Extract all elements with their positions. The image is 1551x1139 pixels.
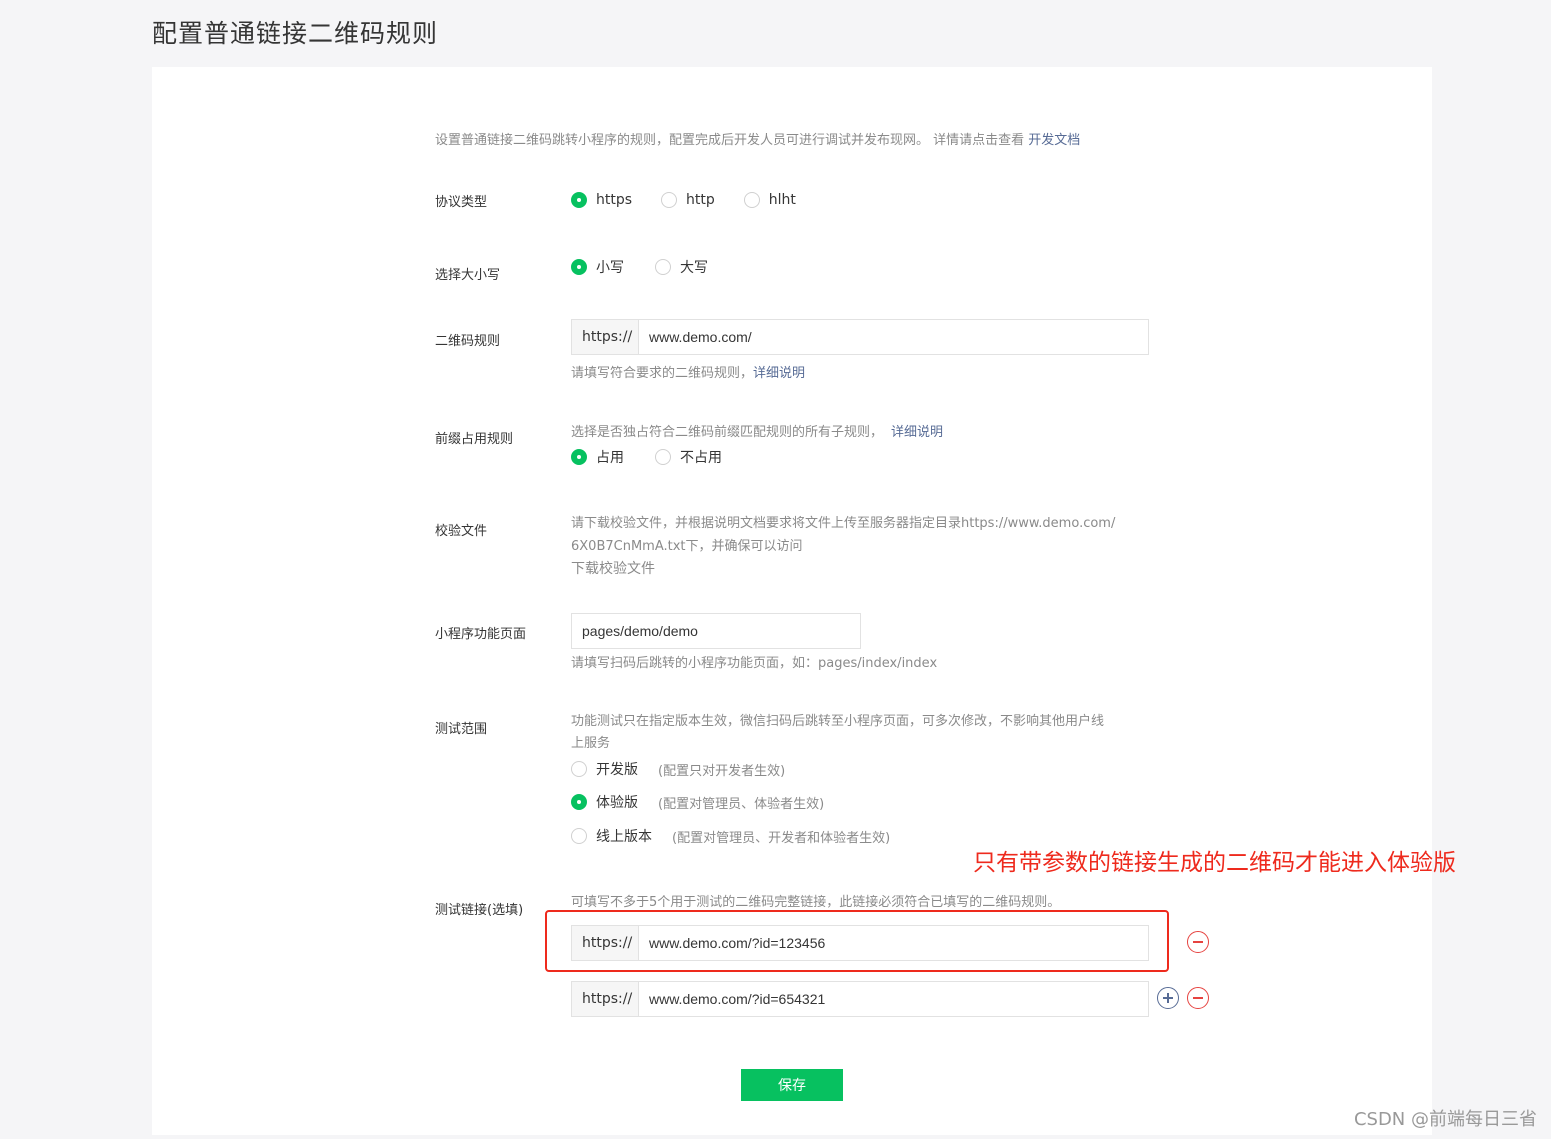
form-card: 设置普通链接二维码跳转小程序的规则，配置完成后开发人员可进行调试并发布现网。 详…	[152, 67, 1432, 1135]
test-link-row-2: https:// www.demo.com/?id=654321	[571, 981, 1149, 1017]
radio-checked-icon	[571, 192, 587, 208]
protocol-label: 协议类型	[435, 195, 488, 210]
dev-docs-link[interactable]: 开发文档	[1028, 133, 1080, 148]
radio-unchecked-icon	[655, 259, 671, 275]
radio-unchecked-icon	[571, 828, 587, 844]
test-scope-option-release[interactable]: 线上版本 (配置对管理员、开发者和体验者生效)	[571, 826, 890, 846]
verify-file-hint-line1: 请下载校验文件，并根据说明文档要求将文件上传至服务器指定目录https://ww…	[571, 516, 1116, 531]
qr-rule-label: 二维码规则	[435, 334, 501, 349]
radio-checked-icon	[571, 449, 587, 465]
test-scope-option-trial[interactable]: 体验版 (配置对管理员、体验者生效)	[571, 792, 824, 812]
plus-icon-v	[1167, 993, 1169, 1003]
radio-checked-icon	[571, 794, 587, 810]
prefix-rule-radio-group: 占用 不占用	[571, 447, 748, 467]
test-scope-option-label: 线上版本	[596, 829, 652, 845]
mp-page-input[interactable]: pages/demo/demo	[572, 614, 860, 648]
protocol-option-hlht[interactable]: hlht	[743, 192, 796, 208]
radio-unchecked-icon	[655, 449, 671, 465]
mp-page-hint: 请填写扫码后跳转的小程序功能页面，如：pages/index/index	[571, 656, 938, 671]
test-scope-option-note: (配置只对开发者生效)	[658, 763, 786, 779]
protocol-radio-group: https http hlht	[571, 192, 822, 208]
test-scope-hint-line1: 功能测试只在指定版本生效，微信扫码后跳转至小程序页面，可多次修改，不影响其他用户…	[571, 714, 1105, 729]
prefix-option-occupy[interactable]: 占用	[571, 447, 624, 467]
protocol-option-label: hlht	[768, 192, 796, 208]
prefix-option-not-occupy[interactable]: 不占用	[655, 447, 722, 467]
qr-rule-prefix: https://	[572, 320, 639, 354]
qr-rule-input[interactable]: www.demo.com/	[639, 320, 1148, 354]
intro-description: 设置普通链接二维码跳转小程序的规则，配置完成后开发人员可进行调试并发布现网。 详…	[435, 133, 1029, 148]
prefix-option-label: 不占用	[680, 450, 722, 466]
radio-unchecked-icon	[571, 761, 587, 777]
protocol-option-http[interactable]: http	[661, 192, 715, 208]
test-scope-option-dev[interactable]: 开发版 (配置只对开发者生效)	[571, 759, 785, 779]
case-option-label: 大写	[680, 260, 708, 276]
test-scope-hint-line2: 上服务	[571, 736, 611, 751]
test-links-label: 测试链接(选填)	[435, 903, 524, 918]
protocol-option-label: http	[686, 192, 715, 208]
mp-page-input-group: pages/demo/demo	[571, 613, 861, 649]
prefix-option-label: 占用	[596, 450, 624, 466]
verify-file-label: 校验文件	[435, 524, 488, 539]
mp-page-label: 小程序功能页面	[435, 627, 527, 642]
test-scope-label: 测试范围	[435, 722, 488, 737]
qr-rule-detail-link[interactable]: 详细说明	[753, 366, 805, 381]
prefix-rule-detail-link[interactable]: 详细说明	[891, 425, 943, 440]
test-scope-option-label: 开发版	[596, 762, 638, 778]
case-option-upper[interactable]: 大写	[655, 257, 708, 277]
save-button[interactable]: 保存	[741, 1069, 843, 1101]
annotation-text: 只有带参数的链接生成的二维码才能进入体验版	[973, 850, 1456, 876]
verify-file-hint-line2: 6X0B7CnMmA.txt下，并确保可以访问	[571, 539, 803, 554]
protocol-option-https[interactable]: https	[571, 192, 632, 208]
page-title: 配置普通链接二维码规则	[152, 19, 439, 48]
intro-text: 设置普通链接二维码跳转小程序的规则，配置完成后开发人员可进行调试并发布现网。 详…	[435, 129, 1080, 148]
test-scope-option-note: (配置对管理员、开发者和体验者生效)	[672, 830, 891, 846]
watermark: CSDN @前端每日三省	[1353, 1109, 1537, 1130]
remove-test-link-button[interactable]	[1187, 931, 1209, 953]
radio-checked-icon	[571, 259, 587, 275]
case-option-label: 小写	[596, 260, 624, 276]
prefix-rule-hint: 选择是否独占符合二维码前缀匹配规则的所有子规则， 详细说明	[571, 422, 943, 444]
download-verify-file-link[interactable]: 下载校验文件	[571, 558, 655, 580]
test-scope-option-label: 体验版	[596, 795, 638, 811]
minus-icon	[1193, 997, 1203, 999]
annotation-highlight-box	[545, 910, 1169, 972]
prefix-rule-hint-text: 选择是否独占符合二维码前缀匹配规则的所有子规则，	[571, 425, 884, 440]
qr-rule-hint-text: 请填写符合要求的二维码规则，	[571, 366, 754, 381]
test-link-input[interactable]: www.demo.com/?id=654321	[639, 982, 1148, 1016]
radio-unchecked-icon	[743, 192, 760, 208]
qr-rule-hint: 请填写符合要求的二维码规则，详细说明	[571, 363, 805, 385]
test-scope-option-note: (配置对管理员、体验者生效)	[658, 796, 825, 812]
remove-test-link-button[interactable]	[1187, 987, 1209, 1009]
minus-icon	[1193, 941, 1203, 943]
prefix-rule-label: 前缀占用规则	[435, 432, 514, 447]
case-label: 选择大小写	[435, 268, 501, 283]
case-radio-group: 小写 大写	[571, 257, 734, 277]
protocol-option-label: https	[596, 192, 633, 208]
add-test-link-button[interactable]	[1157, 987, 1179, 1009]
radio-unchecked-icon	[661, 192, 678, 208]
test-link-prefix: https://	[572, 982, 639, 1016]
case-option-lower[interactable]: 小写	[571, 257, 624, 277]
qr-rule-input-group: https:// www.demo.com/	[571, 319, 1149, 355]
